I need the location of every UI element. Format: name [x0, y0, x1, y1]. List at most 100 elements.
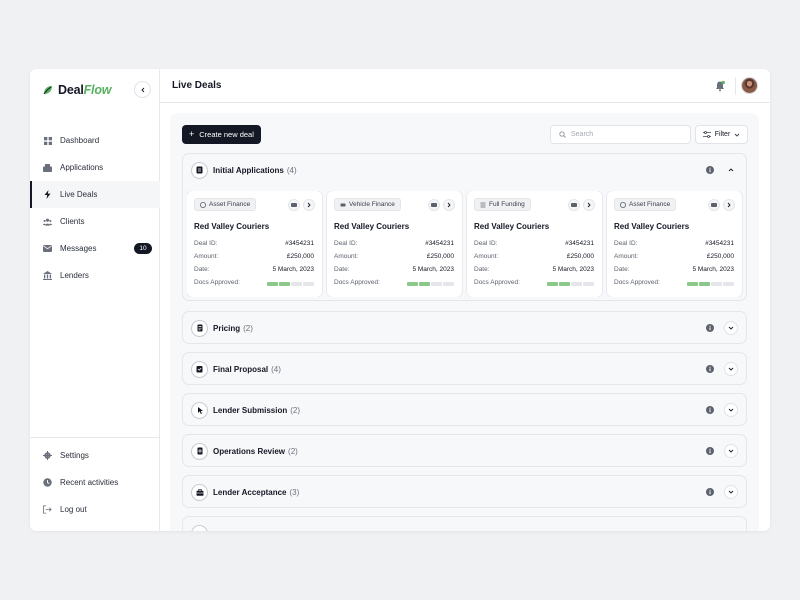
chevron-right-icon [727, 202, 731, 208]
sidebar-item-label: Lenders [60, 271, 89, 280]
stage-header[interactable]: Final Proposal (4) [183, 353, 746, 385]
proposal-icon [191, 360, 208, 378]
open-deal-button[interactable] [723, 199, 735, 211]
deal-id-label: Deal ID: [194, 240, 218, 247]
sidebar-item-settings[interactable]: Settings [30, 442, 160, 469]
deal-id-value: #3454231 [285, 240, 314, 247]
amount-value: £250,000 [566, 253, 594, 260]
deal-card[interactable]: Vehicle Finance Red Valley Couriers Deal… [327, 191, 462, 297]
docs-progress-segment [559, 282, 570, 286]
search-icon [559, 131, 566, 138]
info-icon[interactable] [706, 324, 714, 332]
sidebar-item-label: Clients [60, 217, 85, 226]
sidebar-item-label: Live Deals [60, 190, 98, 199]
sidebar-item-log-out[interactable]: Log out [30, 496, 160, 523]
docs-progress-segment [571, 282, 582, 286]
open-deal-button[interactable] [583, 199, 595, 211]
stage-header[interactable]: Initial Applications (4) [183, 154, 746, 186]
create-new-deal-button[interactable]: + Create new deal [182, 125, 261, 144]
sidebar-nav: Dashboard Applications Live Deals Client… [30, 127, 160, 289]
docs-progress-segment [431, 282, 442, 286]
bell-icon[interactable] [714, 80, 726, 92]
info-icon[interactable] [706, 406, 714, 414]
stage-header[interactable] [183, 517, 746, 531]
info-icon[interactable] [706, 488, 714, 496]
chat-icon[interactable] [428, 199, 440, 211]
mail-icon [43, 244, 52, 253]
chevron-down-icon [728, 367, 734, 371]
sidebar-item-label: Applications [60, 163, 104, 172]
sidebar-item-label: Log out [60, 505, 87, 514]
car-icon [340, 203, 346, 206]
document-icon [191, 319, 208, 337]
chevron-left-icon [140, 87, 144, 92]
stage-initial-applications: Initial Applications (4) Asset Finance R… [182, 153, 747, 301]
chat-icon[interactable] [708, 199, 720, 211]
sidebar-bottom-nav: Settings Recent activities Log out [30, 437, 160, 523]
sidebar-item-lenders[interactable]: Lenders [30, 262, 160, 289]
stage-header[interactable]: Lender Submission (2) [183, 394, 746, 426]
deal-title: Red Valley Couriers [194, 222, 270, 231]
chat-icon[interactable] [288, 199, 300, 211]
info-icon[interactable] [706, 447, 714, 455]
chevron-down-icon [734, 133, 740, 137]
expand-stage-button[interactable] [724, 444, 738, 458]
docs-progress [267, 279, 314, 289]
deal-id-label: Deal ID: [334, 240, 358, 247]
expand-stage-button[interactable] [724, 321, 738, 335]
info-icon[interactable] [706, 365, 714, 373]
stage-header[interactable]: Pricing (2) [183, 312, 746, 344]
deal-card[interactable]: Full Funding Red Valley Couriers Deal ID… [467, 191, 602, 297]
amount-label: Amount: [614, 253, 639, 260]
deal-id-value: #3454231 [565, 240, 594, 247]
amount-label: Amount: [474, 253, 499, 260]
sidebar-item-recent-activities[interactable]: Recent activities [30, 469, 160, 496]
docs-label: Docs Approved: [334, 279, 380, 286]
collapse-sidebar-button[interactable] [134, 81, 151, 98]
filter-label: Filter [714, 131, 731, 138]
chevron-right-icon [307, 202, 311, 208]
info-icon[interactable] [706, 166, 714, 174]
deal-card[interactable]: Asset Finance Red Valley Couriers Deal I… [187, 191, 322, 297]
collapse-stage-button[interactable] [724, 163, 738, 177]
stage-final-proposal: Final Proposal (4) [182, 352, 747, 385]
sidebar-item-live-deals[interactable]: Live Deals [30, 181, 160, 208]
open-deal-button[interactable] [303, 199, 315, 211]
filter-button[interactable]: Filter [695, 125, 748, 144]
stage-name: Operations Review [213, 446, 286, 456]
stage-count: (2) [243, 323, 253, 333]
main-content: Live Deals + Create new deal Search Filt… [160, 69, 770, 531]
stage-pricing: Pricing (2) [182, 311, 747, 344]
document-icon [191, 161, 208, 179]
docs-label: Docs Approved: [474, 279, 520, 286]
stage-header[interactable]: Lender Acceptance (3) [183, 476, 746, 508]
sidebar-item-clients[interactable]: Clients [30, 208, 160, 235]
stage-lender-submission: Lender Submission (2) [182, 393, 747, 426]
search-input[interactable]: Search [550, 125, 691, 144]
deal-id-value: #3454231 [425, 240, 454, 247]
chevron-down-icon [728, 326, 734, 330]
cursor-click-icon [191, 401, 208, 419]
sidebar-item-applications[interactable]: Applications [30, 154, 160, 181]
expand-stage-button[interactable] [724, 362, 738, 376]
chat-icon[interactable] [568, 199, 580, 211]
stage-lender-acceptance: Lender Acceptance (3) [182, 475, 747, 508]
deal-title: Red Valley Couriers [614, 222, 690, 231]
docs-progress [687, 279, 734, 289]
sidebar: DealFlow Dashboard Applications Live Dea… [30, 69, 160, 531]
deal-card[interactable]: Asset Finance Red Valley Couriers Deal I… [607, 191, 742, 297]
sidebar-item-messages[interactable]: Messages 10 [30, 235, 160, 262]
stage-next-partial [182, 516, 747, 531]
expand-stage-button[interactable] [724, 403, 738, 417]
brand-logo[interactable]: DealFlow [42, 82, 111, 98]
docs-progress-segment [419, 282, 430, 286]
sidebar-item-dashboard[interactable]: Dashboard [30, 127, 160, 154]
app-window: DealFlow Dashboard Applications Live Dea… [30, 69, 770, 531]
sliders-icon [702, 131, 711, 138]
user-avatar[interactable] [741, 77, 758, 94]
stage-header[interactable]: Operations Review (2) [183, 435, 746, 467]
open-deal-button[interactable] [443, 199, 455, 211]
deal-title: Red Valley Couriers [474, 222, 550, 231]
chevron-down-icon [728, 408, 734, 412]
expand-stage-button[interactable] [724, 485, 738, 499]
